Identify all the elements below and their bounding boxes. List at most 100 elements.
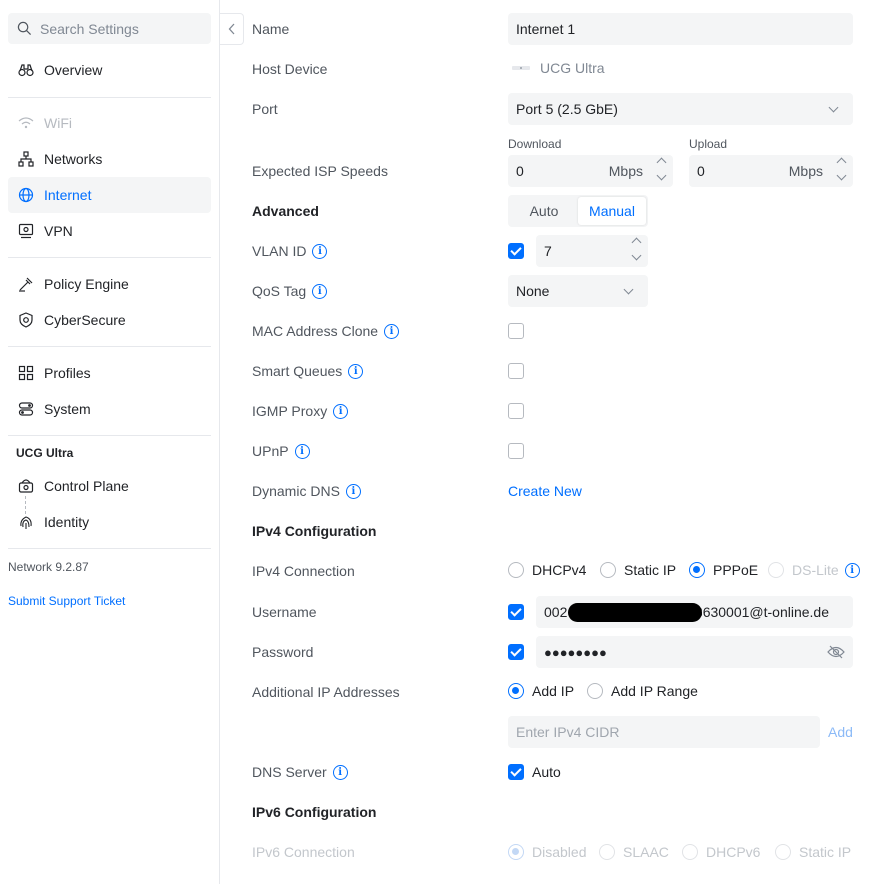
sidebar: Search Settings Overview WiFi Networks I… (0, 0, 220, 884)
sidebar-item-wifi[interactable]: WiFi (8, 105, 211, 141)
collapse-sidebar-button[interactable] (220, 13, 244, 45)
sidebar-item-system[interactable]: System (8, 391, 211, 427)
chevron-down-icon[interactable] (836, 170, 847, 181)
host-device-label: Host Device (252, 61, 328, 77)
username-checkbox[interactable] (508, 604, 524, 620)
search-input[interactable]: Search Settings (8, 13, 211, 44)
sidebar-divider (8, 435, 211, 436)
dynamic-dns-text: Dynamic DNS (252, 483, 340, 499)
radio-dhcpv4[interactable] (508, 562, 524, 578)
info-icon[interactable]: i (294, 443, 310, 459)
ipv4-dhcp-option[interactable]: DHCPv4 (508, 562, 586, 578)
chevron-down-icon[interactable] (656, 170, 667, 181)
qos-tag-select[interactable]: None (508, 275, 648, 307)
mac-clone-label: MAC Address Clone i (252, 321, 400, 341)
upnp-label: UPnP i (252, 441, 310, 461)
info-icon[interactable]: i (312, 283, 328, 299)
chevron-down-icon[interactable] (631, 250, 642, 261)
radio-label: DHCPv4 (532, 562, 587, 578)
networks-icon (16, 149, 36, 169)
host-device-value: UCG Ultra (511, 60, 605, 76)
add-cidr-button[interactable]: Add (828, 724, 853, 740)
radio-label: Disabled (532, 844, 587, 860)
ipv4-pppoe-option[interactable]: PPPoE (689, 562, 758, 578)
host-device-text: UCG Ultra (540, 60, 605, 76)
chevron-down-icon (828, 102, 839, 112)
advanced-manual-option[interactable]: Manual (578, 197, 646, 225)
dns-server-label: DNS Server i (252, 762, 348, 782)
info-icon[interactable]: i (333, 403, 349, 419)
info-icon[interactable]: i (384, 323, 400, 339)
vlan-stepper[interactable] (631, 237, 642, 261)
sidebar-item-vpn[interactable]: VPN (8, 213, 211, 249)
upnp-checkbox[interactable] (508, 443, 524, 459)
ipv6-connection-label: IPv6 Connection (252, 844, 355, 860)
ipv4-dslite-option: DS-Lite i (768, 562, 860, 578)
sidebar-item-cybersecure[interactable]: CyberSecure (8, 302, 211, 338)
sidebar-item-control-plane[interactable]: Control Plane (8, 468, 211, 504)
sidebar-item-label: Networks (44, 151, 103, 167)
sidebar-item-profiles[interactable]: Profiles (8, 355, 211, 391)
radio-add-ip[interactable] (508, 683, 524, 699)
sidebar-item-identity[interactable]: Identity (8, 504, 211, 540)
radio-label: Static IP (624, 562, 677, 578)
advanced-auto-option[interactable]: Auto (510, 197, 578, 225)
eye-off-icon[interactable] (827, 645, 845, 659)
download-speed-input[interactable]: 0 Mbps (508, 155, 673, 187)
smart-queues-label: Smart Queues i (252, 361, 364, 381)
info-icon[interactable]: i (345, 483, 361, 499)
upload-label: Upload (689, 137, 728, 151)
vlan-checkbox[interactable] (508, 243, 524, 259)
system-icon (16, 399, 36, 419)
chevron-up-icon[interactable] (836, 157, 847, 168)
radio-add-ip-range[interactable] (587, 683, 603, 699)
info-icon[interactable]: i (332, 764, 348, 780)
password-checkbox[interactable] (508, 644, 524, 660)
upload-speed-input[interactable]: 0 Mbps (689, 155, 853, 187)
info-icon[interactable]: i (348, 363, 364, 379)
upload-stepper[interactable] (836, 157, 847, 181)
additional-ip-label: Additional IP Addresses (252, 684, 400, 700)
info-icon[interactable]: i (844, 562, 860, 578)
radio-static-ip[interactable] (600, 562, 616, 578)
info-icon[interactable]: i (312, 243, 328, 259)
upload-value: 0 (697, 163, 705, 179)
igmp-proxy-checkbox[interactable] (508, 403, 524, 419)
ipv4-static-option[interactable]: Static IP (600, 562, 676, 578)
radio-label: PPPoE (713, 562, 759, 578)
sidebar-divider (8, 97, 211, 98)
create-new-ddns-link[interactable]: Create New (508, 483, 582, 499)
vlan-id-text: VLAN ID (252, 243, 307, 259)
igmp-proxy-text: IGMP Proxy (252, 403, 328, 419)
download-label: Download (508, 137, 562, 151)
add-ip-option[interactable]: Add IP (508, 683, 574, 699)
add-ip-range-option[interactable]: Add IP Range (587, 683, 698, 699)
sidebar-divider (8, 548, 211, 549)
download-stepper[interactable] (656, 157, 667, 181)
radio-pppoe[interactable] (689, 562, 705, 578)
ipv4-config-header: IPv4 Configuration (252, 523, 377, 539)
username-prefix: 002 (544, 604, 568, 620)
password-input[interactable]: ●●●●●●●● (536, 636, 853, 668)
port-select[interactable]: Port 5 (2.5 GbE) (508, 93, 853, 125)
radio-label: Add IP (532, 683, 575, 699)
ipv4-connection-label: IPv4 Connection (252, 563, 355, 579)
sidebar-item-overview[interactable]: Overview (8, 52, 211, 88)
device-section-title: UCG Ultra (16, 446, 74, 460)
dns-auto-checkbox[interactable] (508, 764, 524, 780)
radio-slaac (599, 844, 615, 860)
chevron-up-icon[interactable] (656, 157, 667, 168)
chevron-up-icon[interactable] (631, 237, 642, 248)
support-ticket-link[interactable]: Submit Support Ticket (8, 594, 125, 608)
name-input[interactable]: Internet 1 (508, 13, 853, 45)
mac-clone-checkbox[interactable] (508, 323, 524, 339)
version-text: Network 9.2.87 (8, 560, 89, 574)
sidebar-item-networks[interactable]: Networks (8, 141, 211, 177)
vlan-id-input[interactable]: 7 (536, 235, 648, 267)
ipv4-cidr-input[interactable]: Enter IPv4 CIDR (508, 716, 820, 748)
radio-label: DHCPv6 (706, 844, 761, 860)
sidebar-item-internet[interactable]: Internet (8, 177, 211, 213)
smart-queues-checkbox[interactable] (508, 363, 524, 379)
radio-dhcpv6 (682, 844, 698, 860)
sidebar-item-policy-engine[interactable]: Policy Engine (8, 266, 211, 302)
